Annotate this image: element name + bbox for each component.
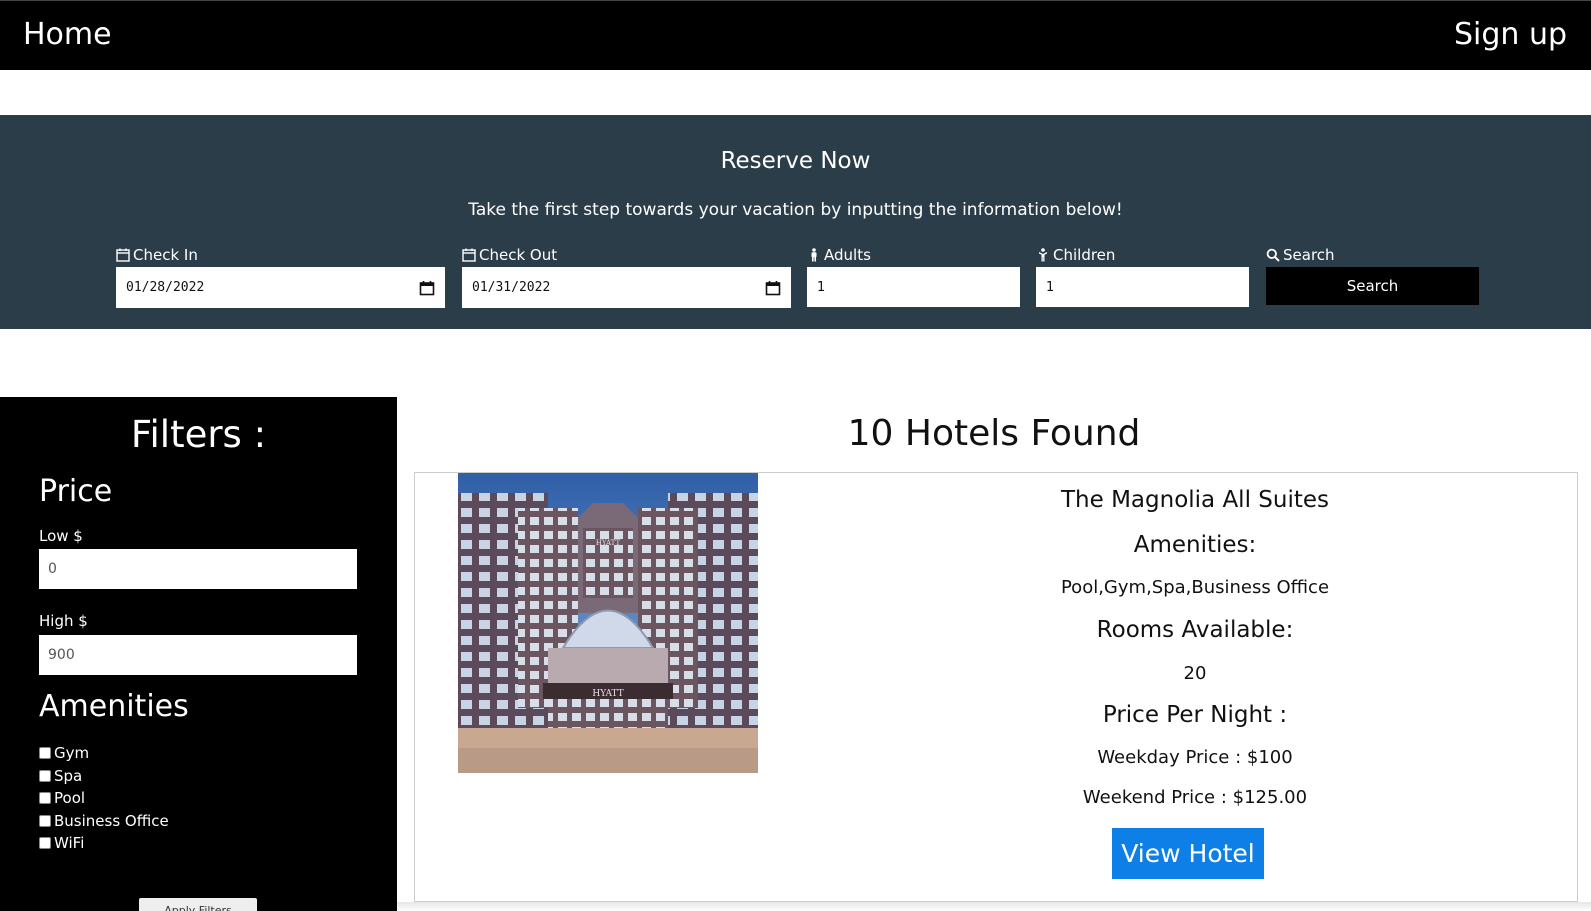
low-price-label: Low $ xyxy=(39,527,83,545)
reserve-subtitle: Take the first step towards your vacatio… xyxy=(468,200,1123,220)
male-person-icon xyxy=(811,248,817,262)
checkin-label: Check In xyxy=(133,246,198,264)
amenities-heading: Amenities xyxy=(39,689,189,724)
filters-title: Filters : xyxy=(130,413,267,456)
amenity-business-office[interactable]: Business Office xyxy=(39,810,169,833)
children-value: 1 xyxy=(1046,279,1055,295)
adults-field: Adults 1 xyxy=(807,245,1020,307)
weekday-price: Weekday Price : $100 xyxy=(1097,747,1293,768)
amenity-wifi[interactable]: WiFi xyxy=(39,832,169,855)
search-field: Search Search xyxy=(1266,245,1479,305)
low-price-input[interactable]: 0 xyxy=(39,549,357,589)
amenity-label: Pool xyxy=(54,789,86,808)
checkbox[interactable] xyxy=(39,769,51,782)
checkout-date-input[interactable]: 01/31/2022 xyxy=(462,267,791,308)
checkout-date-value: 01/31/2022 xyxy=(472,280,551,295)
high-price-label: High $ xyxy=(39,612,88,630)
hotel-name: The Magnolia All Suites xyxy=(1060,487,1329,513)
search-icon xyxy=(1266,248,1280,262)
calendar-icon xyxy=(462,248,476,262)
rooms-available-value: 20 xyxy=(1183,663,1207,684)
checkbox[interactable] xyxy=(39,837,51,850)
low-price-value: 0 xyxy=(48,561,57,577)
search-button[interactable]: Search xyxy=(1266,267,1479,305)
adults-value: 1 xyxy=(817,279,826,295)
amenity-label: Spa xyxy=(54,766,83,785)
reserve-title: Reserve Now xyxy=(720,148,871,174)
amenities-checklist: Gym Spa Pool Business Office WiFi xyxy=(39,742,169,855)
apply-filters-button[interactable]: Apply Filters xyxy=(139,898,257,911)
checkbox[interactable] xyxy=(39,814,51,827)
hotel-sign-top: HYATT xyxy=(596,539,621,547)
hotel-amenities-label: Amenities: xyxy=(1133,532,1257,558)
amenity-pool[interactable]: Pool xyxy=(39,787,169,810)
results-count-title: 10 Hotels Found xyxy=(847,413,1141,454)
amenity-label: Gym xyxy=(54,744,90,763)
hotel-card: HYATT HYATT The Magnolia All Suites Amen… xyxy=(414,472,1578,902)
reserve-section: Reserve Now Take the first step towards … xyxy=(0,115,1591,329)
child-icon xyxy=(1039,248,1047,262)
children-label: Children xyxy=(1053,246,1116,264)
nav-home-link[interactable]: Home xyxy=(23,17,112,52)
amenity-label: WiFi xyxy=(54,834,85,853)
hotel-amenities-value: Pool,Gym,Spa,Business Office xyxy=(1060,577,1330,598)
hotel-photo[interactable]: HYATT HYATT xyxy=(458,473,758,773)
amenity-spa[interactable]: Spa xyxy=(39,765,169,788)
high-price-input[interactable]: 900 xyxy=(39,635,357,675)
calendar-picker-icon[interactable] xyxy=(419,280,435,296)
hotel-sign-bottom: HYATT xyxy=(592,689,623,699)
nav-signup-link[interactable]: Sign up xyxy=(1454,17,1567,52)
high-price-value: 900 xyxy=(48,647,75,663)
calendar-icon xyxy=(116,248,130,262)
card-shadow xyxy=(397,902,1591,911)
checkout-field: Check Out 01/31/2022 xyxy=(462,245,791,308)
children-field: Children 1 xyxy=(1036,245,1249,307)
checkbox[interactable] xyxy=(39,747,51,760)
calendar-picker-icon[interactable] xyxy=(765,280,781,296)
rooms-available-label: Rooms Available: xyxy=(1096,617,1294,643)
children-input[interactable]: 1 xyxy=(1036,267,1249,307)
checkin-date-input[interactable]: 01/28/2022 xyxy=(116,267,445,308)
view-hotel-button[interactable]: View Hotel xyxy=(1112,828,1264,879)
amenity-label: Business Office xyxy=(54,811,169,830)
weekend-price: Weekend Price : $125.00 xyxy=(1082,787,1308,808)
price-per-night-label: Price Per Night : xyxy=(1102,702,1288,728)
price-heading: Price xyxy=(39,474,113,509)
checkin-date-value: 01/28/2022 xyxy=(126,280,205,295)
filters-panel: Filters : Price Low $ 0 High $ 900 Ameni… xyxy=(0,397,397,911)
amenity-gym[interactable]: Gym xyxy=(39,742,169,765)
checkout-label: Check Out xyxy=(479,246,558,264)
adults-label: Adults xyxy=(824,246,871,264)
checkin-field: Check In 01/28/2022 xyxy=(116,245,445,308)
top-navbar: Home Sign up xyxy=(0,0,1591,70)
search-label: Search xyxy=(1283,246,1335,264)
adults-input[interactable]: 1 xyxy=(807,267,1020,307)
checkbox[interactable] xyxy=(39,792,51,805)
